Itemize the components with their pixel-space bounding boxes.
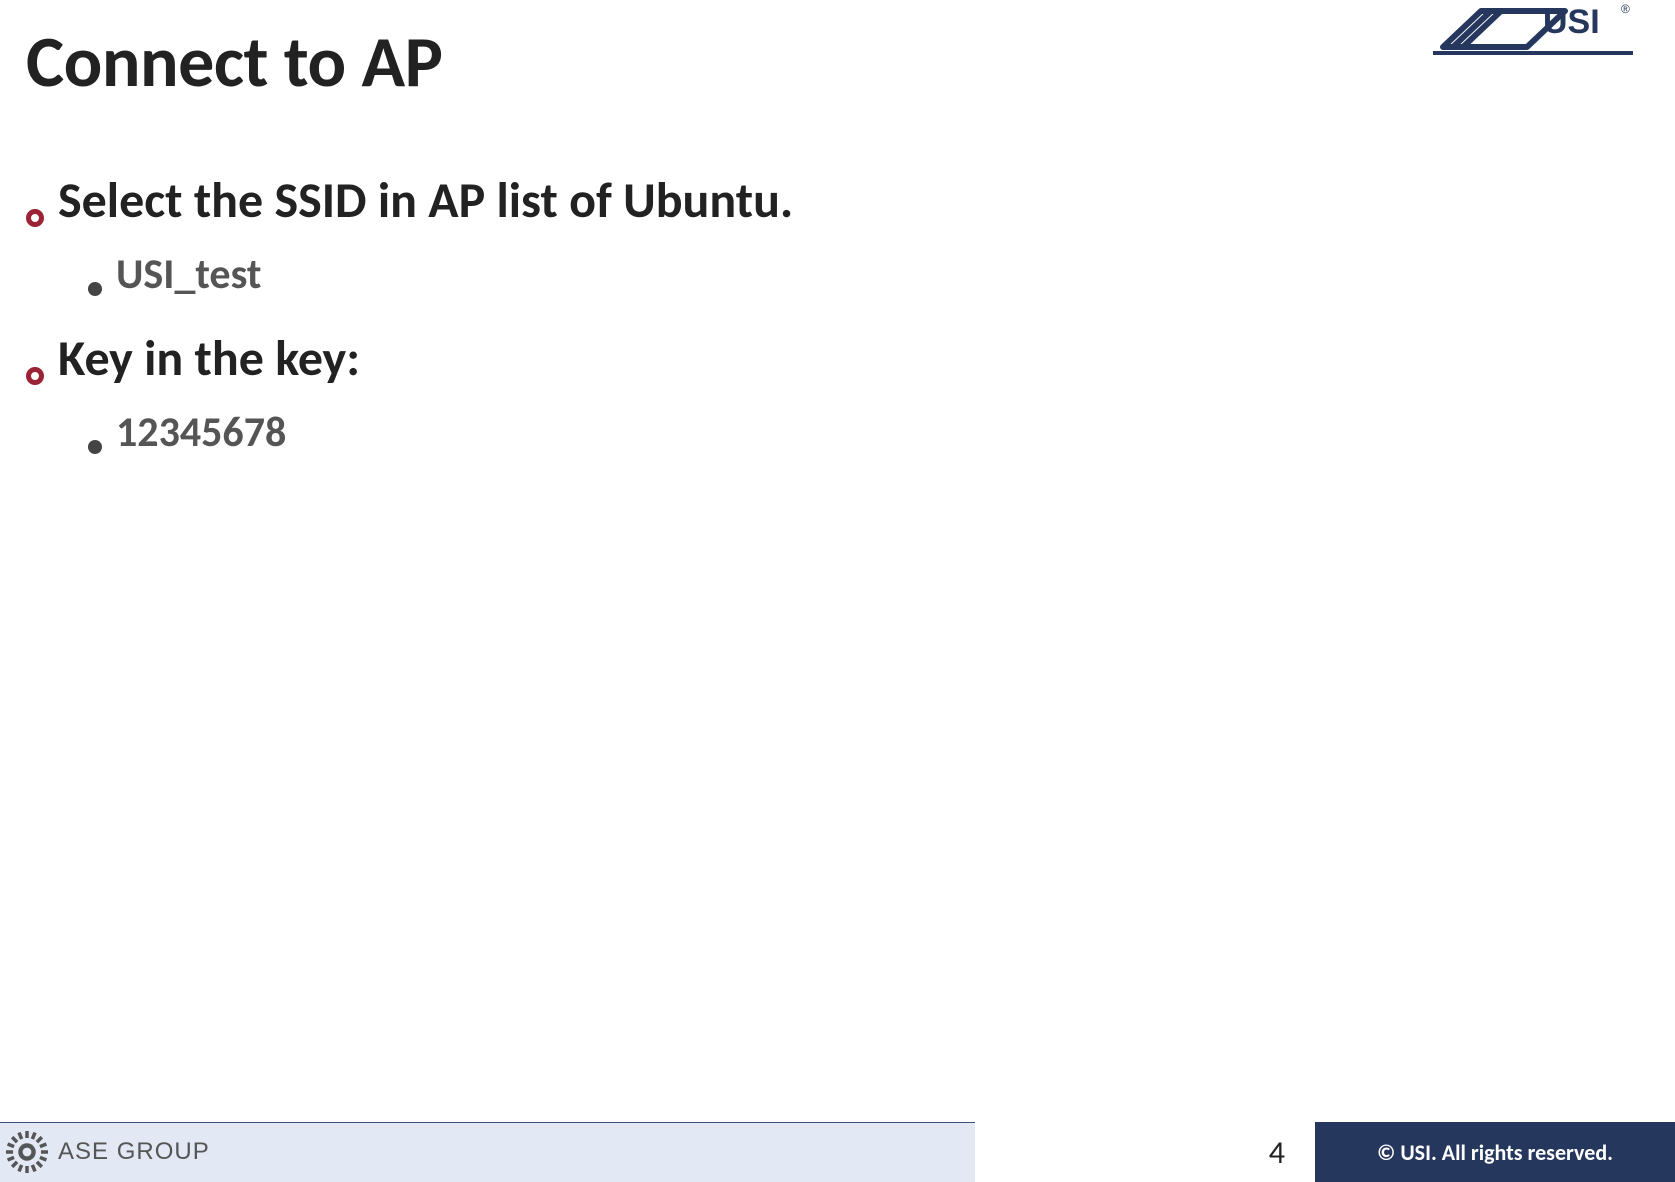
registered-mark: ®	[1621, 2, 1630, 16]
bullet-level1: Select the SSID in AP list of Ubuntu.	[26, 170, 1226, 231]
page-number: 4	[1269, 1122, 1285, 1182]
dot-bullet-icon	[88, 282, 102, 296]
slide-content: Select the SSID in AP list of Ubuntu. US…	[26, 170, 1226, 486]
slide-footer: ASE GROUP 4 © USI. All rights reserved.	[0, 1122, 1675, 1182]
bullet-text: USI_test	[116, 249, 261, 300]
dot-bullet-icon	[88, 440, 102, 454]
slide: Connect to AP USI ® Select the SSID in A…	[0, 0, 1675, 1182]
ring-bullet-icon	[26, 367, 44, 385]
bullet-level1: Key in the key:	[26, 328, 1226, 389]
usi-logo-icon: USI ®	[1433, 0, 1633, 62]
copyright-box: © USI. All rights reserved.	[1315, 1122, 1675, 1182]
bullet-text: Key in the key:	[58, 328, 360, 389]
bullet-text: 12345678	[116, 407, 286, 458]
copyright-text: © USI. All rights reserved.	[1377, 1139, 1613, 1166]
gear-icon	[6, 1131, 48, 1173]
ase-group-logo: ASE GROUP	[6, 1128, 210, 1176]
ase-group-text: ASE GROUP	[58, 1138, 210, 1166]
slide-title: Connect to AP	[26, 18, 442, 106]
bullet-text: Select the SSID in AP list of Ubuntu.	[58, 170, 793, 231]
ring-bullet-icon	[26, 209, 44, 227]
bullet-level2: USI_test	[88, 249, 1226, 300]
bullet-level2: 12345678	[88, 407, 1226, 458]
usi-logo-text: USI	[1543, 3, 1600, 41]
